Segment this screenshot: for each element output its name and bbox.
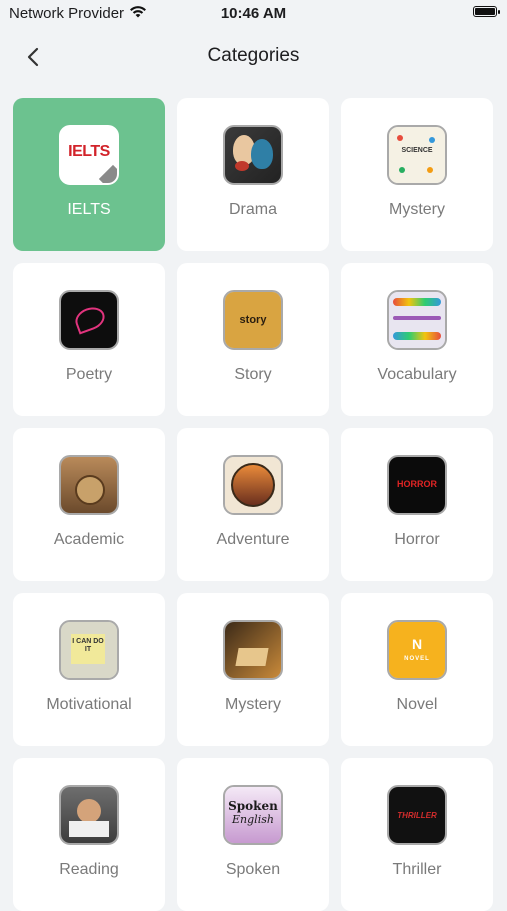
category-card-vocabulary[interactable]: Vocabulary (341, 263, 493, 416)
category-image: Spoken English (223, 785, 283, 845)
category-image (59, 290, 119, 350)
clock: 10:46 AM (220, 5, 287, 22)
category-grid: IELTS IELTS Drama SCIENCE Mystery Poetry (13, 98, 493, 911)
category-label: Vocabulary (377, 366, 457, 383)
category-card-academic[interactable]: Academic (13, 428, 165, 581)
category-image (59, 455, 119, 515)
category-label: Drama (228, 201, 277, 218)
category-image (59, 785, 119, 845)
battery-icon (473, 6, 500, 17)
category-label: Academic (53, 531, 125, 548)
category-label: Mystery (389, 201, 445, 218)
category-card-mystery[interactable]: SCIENCE Mystery (341, 98, 493, 251)
category-image: I CAN DO IT (59, 620, 119, 680)
category-image (223, 620, 283, 680)
category-card-ielts[interactable]: IELTS IELTS (13, 98, 165, 251)
category-image: story (223, 290, 283, 350)
category-label: Spoken (225, 861, 281, 878)
category-image: THRILLER (387, 785, 447, 845)
category-card-thriller[interactable]: THRILLER Thriller (341, 758, 493, 911)
category-label: Motivational (46, 696, 132, 713)
category-image (223, 125, 283, 185)
category-image: SCIENCE (387, 125, 447, 185)
status-bar: Network Provider 10:46 AM (0, 0, 507, 28)
category-label: Story (234, 366, 272, 383)
category-card-spoken[interactable]: Spoken English Spoken (177, 758, 329, 911)
category-label: Mystery (225, 696, 281, 713)
nav-bar: Categories (0, 28, 507, 84)
category-card-adventure[interactable]: Adventure (177, 428, 329, 581)
category-card-story[interactable]: story Story (177, 263, 329, 416)
category-image: HORROR (387, 455, 447, 515)
page-title: Categories (207, 45, 300, 66)
category-card-mystery-2[interactable]: Mystery (177, 593, 329, 746)
category-card-drama[interactable]: Drama (177, 98, 329, 251)
category-image: N NOVEL (387, 620, 447, 680)
category-label: Thriller (392, 861, 442, 878)
category-card-horror[interactable]: HORROR Horror (341, 428, 493, 581)
category-image: IELTS (59, 125, 119, 185)
category-label: Adventure (216, 531, 290, 548)
category-label: Horror (394, 531, 440, 548)
category-label: Poetry (65, 366, 113, 383)
category-label: IELTS (67, 201, 111, 218)
category-card-motivational[interactable]: I CAN DO IT Motivational (13, 593, 165, 746)
category-card-poetry[interactable]: Poetry (13, 263, 165, 416)
category-card-reading[interactable]: Reading (13, 758, 165, 911)
category-label: Novel (396, 696, 438, 713)
category-label: Reading (59, 861, 119, 878)
category-image (387, 290, 447, 350)
category-image (223, 455, 283, 515)
category-card-novel[interactable]: N NOVEL Novel (341, 593, 493, 746)
